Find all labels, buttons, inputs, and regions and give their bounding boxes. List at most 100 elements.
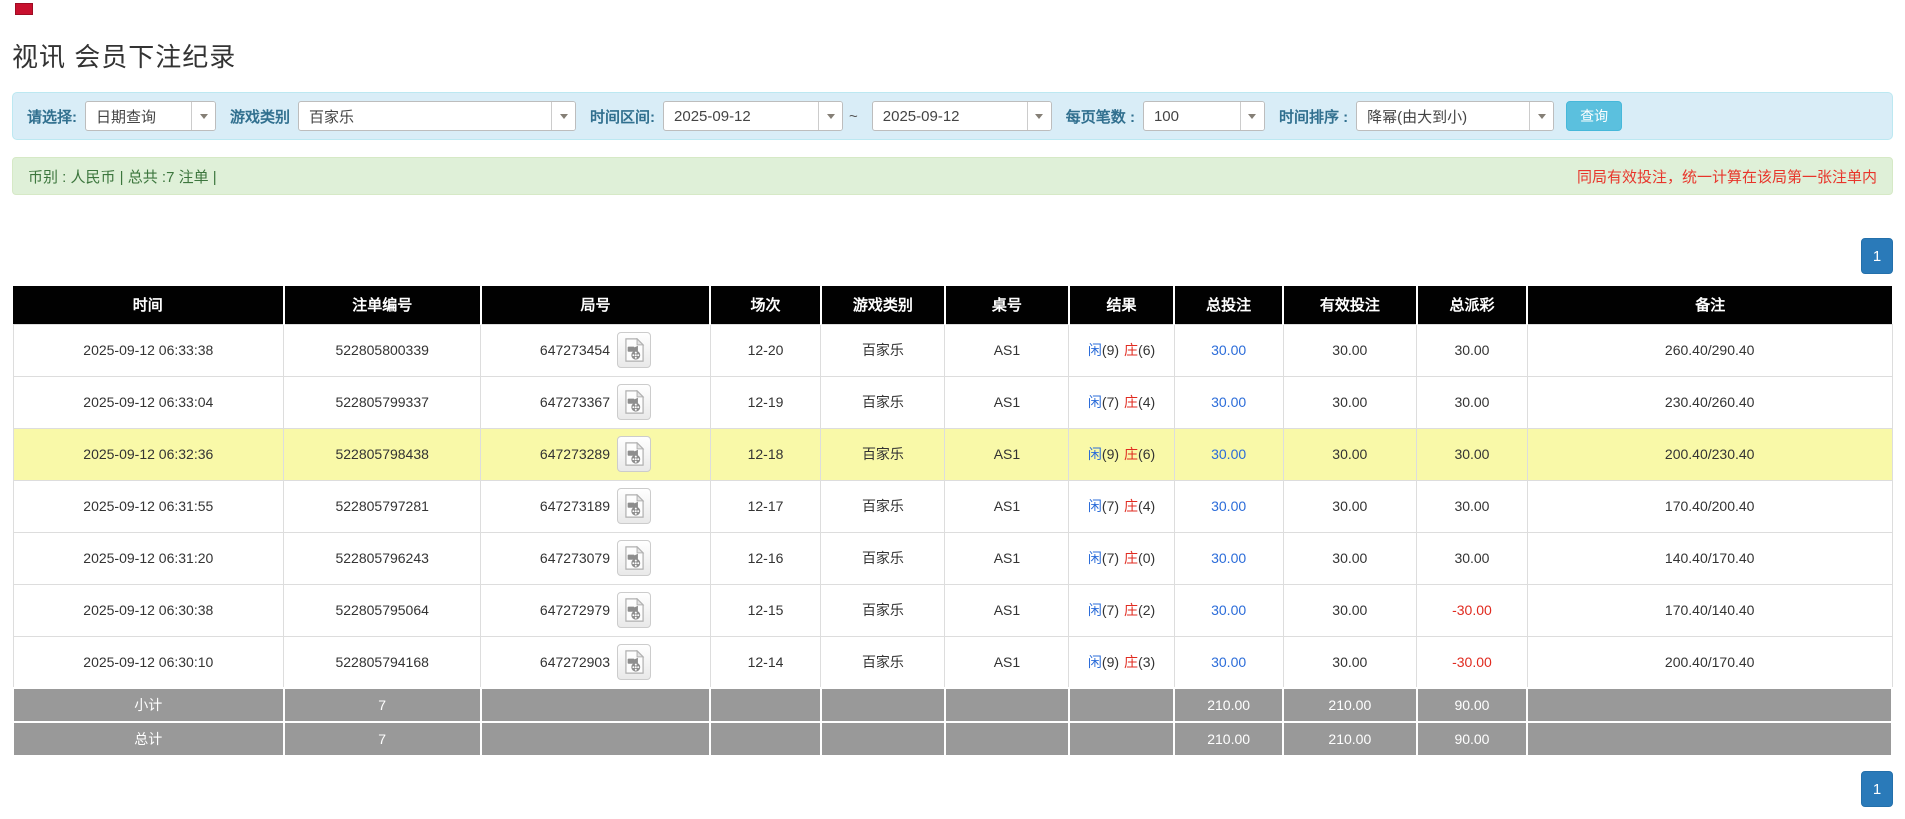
result-player-label: 闲 (1088, 498, 1102, 514)
header-round: 局号 (481, 286, 710, 324)
cell-game-type: 百家乐 (821, 584, 945, 636)
cell-game-type: 百家乐 (821, 428, 945, 480)
result-banker-label: 庄 (1124, 446, 1138, 462)
total-bet-link[interactable]: 30.00 (1211, 550, 1246, 566)
chevron-down-icon[interactable] (1529, 102, 1553, 130)
result-banker-value: (3) (1138, 654, 1155, 670)
result-banker-value: (4) (1138, 394, 1155, 410)
cell-bet-id: 522805795064 (284, 584, 481, 636)
cell-valid-bet: 30.00 (1283, 480, 1416, 532)
table-row: 2025-09-12 06:33:38 522805800339 6472734… (13, 324, 1892, 376)
time-sort-select[interactable]: 降幂(由大到小) (1356, 101, 1554, 131)
game-type-select[interactable]: 百家乐 (298, 101, 576, 131)
cell-valid-bet: 30.00 (1283, 376, 1416, 428)
cell-session: 12-16 (710, 532, 821, 584)
result-player-value: (7) (1102, 602, 1119, 618)
total-bet-link[interactable]: 30.00 (1211, 394, 1246, 410)
video-clip-icon (624, 546, 645, 570)
result-banker-label: 庄 (1124, 342, 1138, 358)
cell-total-bet: 30.00 (1174, 428, 1283, 480)
cell-result: 闲(9)庄(6) (1069, 428, 1174, 480)
page-1-button[interactable]: 1 (1861, 771, 1893, 807)
cell-payout: -30.00 (1417, 584, 1528, 636)
video-replay-button[interactable] (617, 332, 651, 368)
pagination-top: 1 (12, 238, 1893, 274)
chevron-down-icon[interactable] (818, 102, 842, 130)
round-number: 647272979 (540, 602, 610, 618)
chevron-down-icon[interactable] (191, 102, 215, 130)
betting-records-page: 视讯 会员下注纪录 请选择: 日期查询 游戏类别 百家乐 时间区间: 2025-… (0, 0, 1905, 807)
video-clip-icon (624, 650, 645, 674)
subtotal-label: 小计 (13, 688, 284, 722)
table-row: 2025-09-12 06:30:10 522805794168 6472729… (13, 636, 1892, 688)
cell-time: 2025-09-12 06:31:55 (13, 480, 284, 532)
pagination-bottom: 1 (12, 771, 1893, 807)
chevron-down-icon[interactable] (1027, 102, 1051, 130)
chevron-down-icon[interactable] (551, 102, 575, 130)
page-1-button[interactable]: 1 (1861, 238, 1893, 274)
cell-game-type: 百家乐 (821, 636, 945, 688)
table-row: 2025-09-12 06:31:20 522805796243 6472730… (13, 532, 1892, 584)
grand-total-row: 总计 7 210.00 210.00 90.00 (13, 722, 1892, 756)
total-bet-link[interactable]: 30.00 (1211, 446, 1246, 462)
video-replay-button[interactable] (617, 644, 651, 680)
video-clip-icon (624, 390, 645, 414)
cell-table-no: AS1 (945, 584, 1069, 636)
date-to-select[interactable]: 2025-09-12 (872, 101, 1052, 131)
cell-result: 闲(7)庄(2) (1069, 584, 1174, 636)
video-replay-button[interactable] (617, 540, 651, 576)
result-player-value: (9) (1102, 654, 1119, 670)
subtotal-payout: 90.00 (1417, 688, 1528, 722)
total-bet-link[interactable]: 30.00 (1211, 654, 1246, 670)
per-page-label: 每页笔数 : (1066, 106, 1135, 127)
video-replay-button[interactable] (617, 488, 651, 524)
query-type-value: 日期查询 (86, 102, 191, 130)
round-number: 647273454 (540, 342, 610, 358)
round-number: 647273189 (540, 498, 610, 514)
cell-table-no: AS1 (945, 480, 1069, 532)
cell-remark: 200.40/170.40 (1527, 636, 1892, 688)
video-replay-button[interactable] (617, 592, 651, 628)
per-page-select[interactable]: 100 (1143, 101, 1265, 131)
search-button[interactable]: 查询 (1566, 101, 1622, 131)
result-banker-value: (6) (1138, 342, 1155, 358)
cell-valid-bet: 30.00 (1283, 532, 1416, 584)
result-banker-label: 庄 (1124, 550, 1138, 566)
video-replay-button[interactable] (617, 384, 651, 420)
query-type-select[interactable]: 日期查询 (85, 101, 216, 131)
cell-payout: 30.00 (1417, 428, 1528, 480)
subtotal-row: 小计 7 210.00 210.00 90.00 (13, 688, 1892, 722)
cell-remark: 140.40/170.40 (1527, 532, 1892, 584)
cell-game-type: 百家乐 (821, 480, 945, 532)
chevron-down-icon[interactable] (1240, 102, 1264, 130)
video-clip-icon (624, 442, 645, 466)
query-type-label: 请选择: (27, 106, 77, 127)
grand-total-count: 7 (284, 722, 481, 756)
video-replay-button[interactable] (617, 436, 651, 472)
result-banker-value: (2) (1138, 602, 1155, 618)
cell-round: 647273367 (481, 376, 710, 428)
broken-image-marker (15, 3, 33, 15)
table-row: 2025-09-12 06:32:36 522805798438 6472732… (13, 428, 1892, 480)
cell-payout: -30.00 (1417, 636, 1528, 688)
cell-bet-id: 522805798438 (284, 428, 481, 480)
result-banker-value: (6) (1138, 446, 1155, 462)
video-clip-icon (624, 494, 645, 518)
cell-valid-bet: 30.00 (1283, 324, 1416, 376)
cell-game-type: 百家乐 (821, 376, 945, 428)
notice-text: 同局有效投注，统一计算在该局第一张注单内 (1577, 166, 1877, 187)
cell-session: 12-15 (710, 584, 821, 636)
cell-table-no: AS1 (945, 324, 1069, 376)
header-remark: 备注 (1527, 286, 1892, 324)
total-bet-link[interactable]: 30.00 (1211, 602, 1246, 618)
cell-time: 2025-09-12 06:30:38 (13, 584, 284, 636)
date-from-select[interactable]: 2025-09-12 (663, 101, 843, 131)
betting-records-table: 时间 注单编号 局号 场次 游戏类别 桌号 结果 总投注 有效投注 总派彩 备注… (12, 286, 1893, 757)
table-row: 2025-09-12 06:30:38 522805795064 6472729… (13, 584, 1892, 636)
cell-table-no: AS1 (945, 636, 1069, 688)
grand-total-label: 总计 (13, 722, 284, 756)
total-bet-link[interactable]: 30.00 (1211, 342, 1246, 358)
total-bet-link[interactable]: 30.00 (1211, 498, 1246, 514)
per-page-value: 100 (1144, 102, 1240, 130)
table-row: 2025-09-12 06:33:04 522805799337 6472733… (13, 376, 1892, 428)
